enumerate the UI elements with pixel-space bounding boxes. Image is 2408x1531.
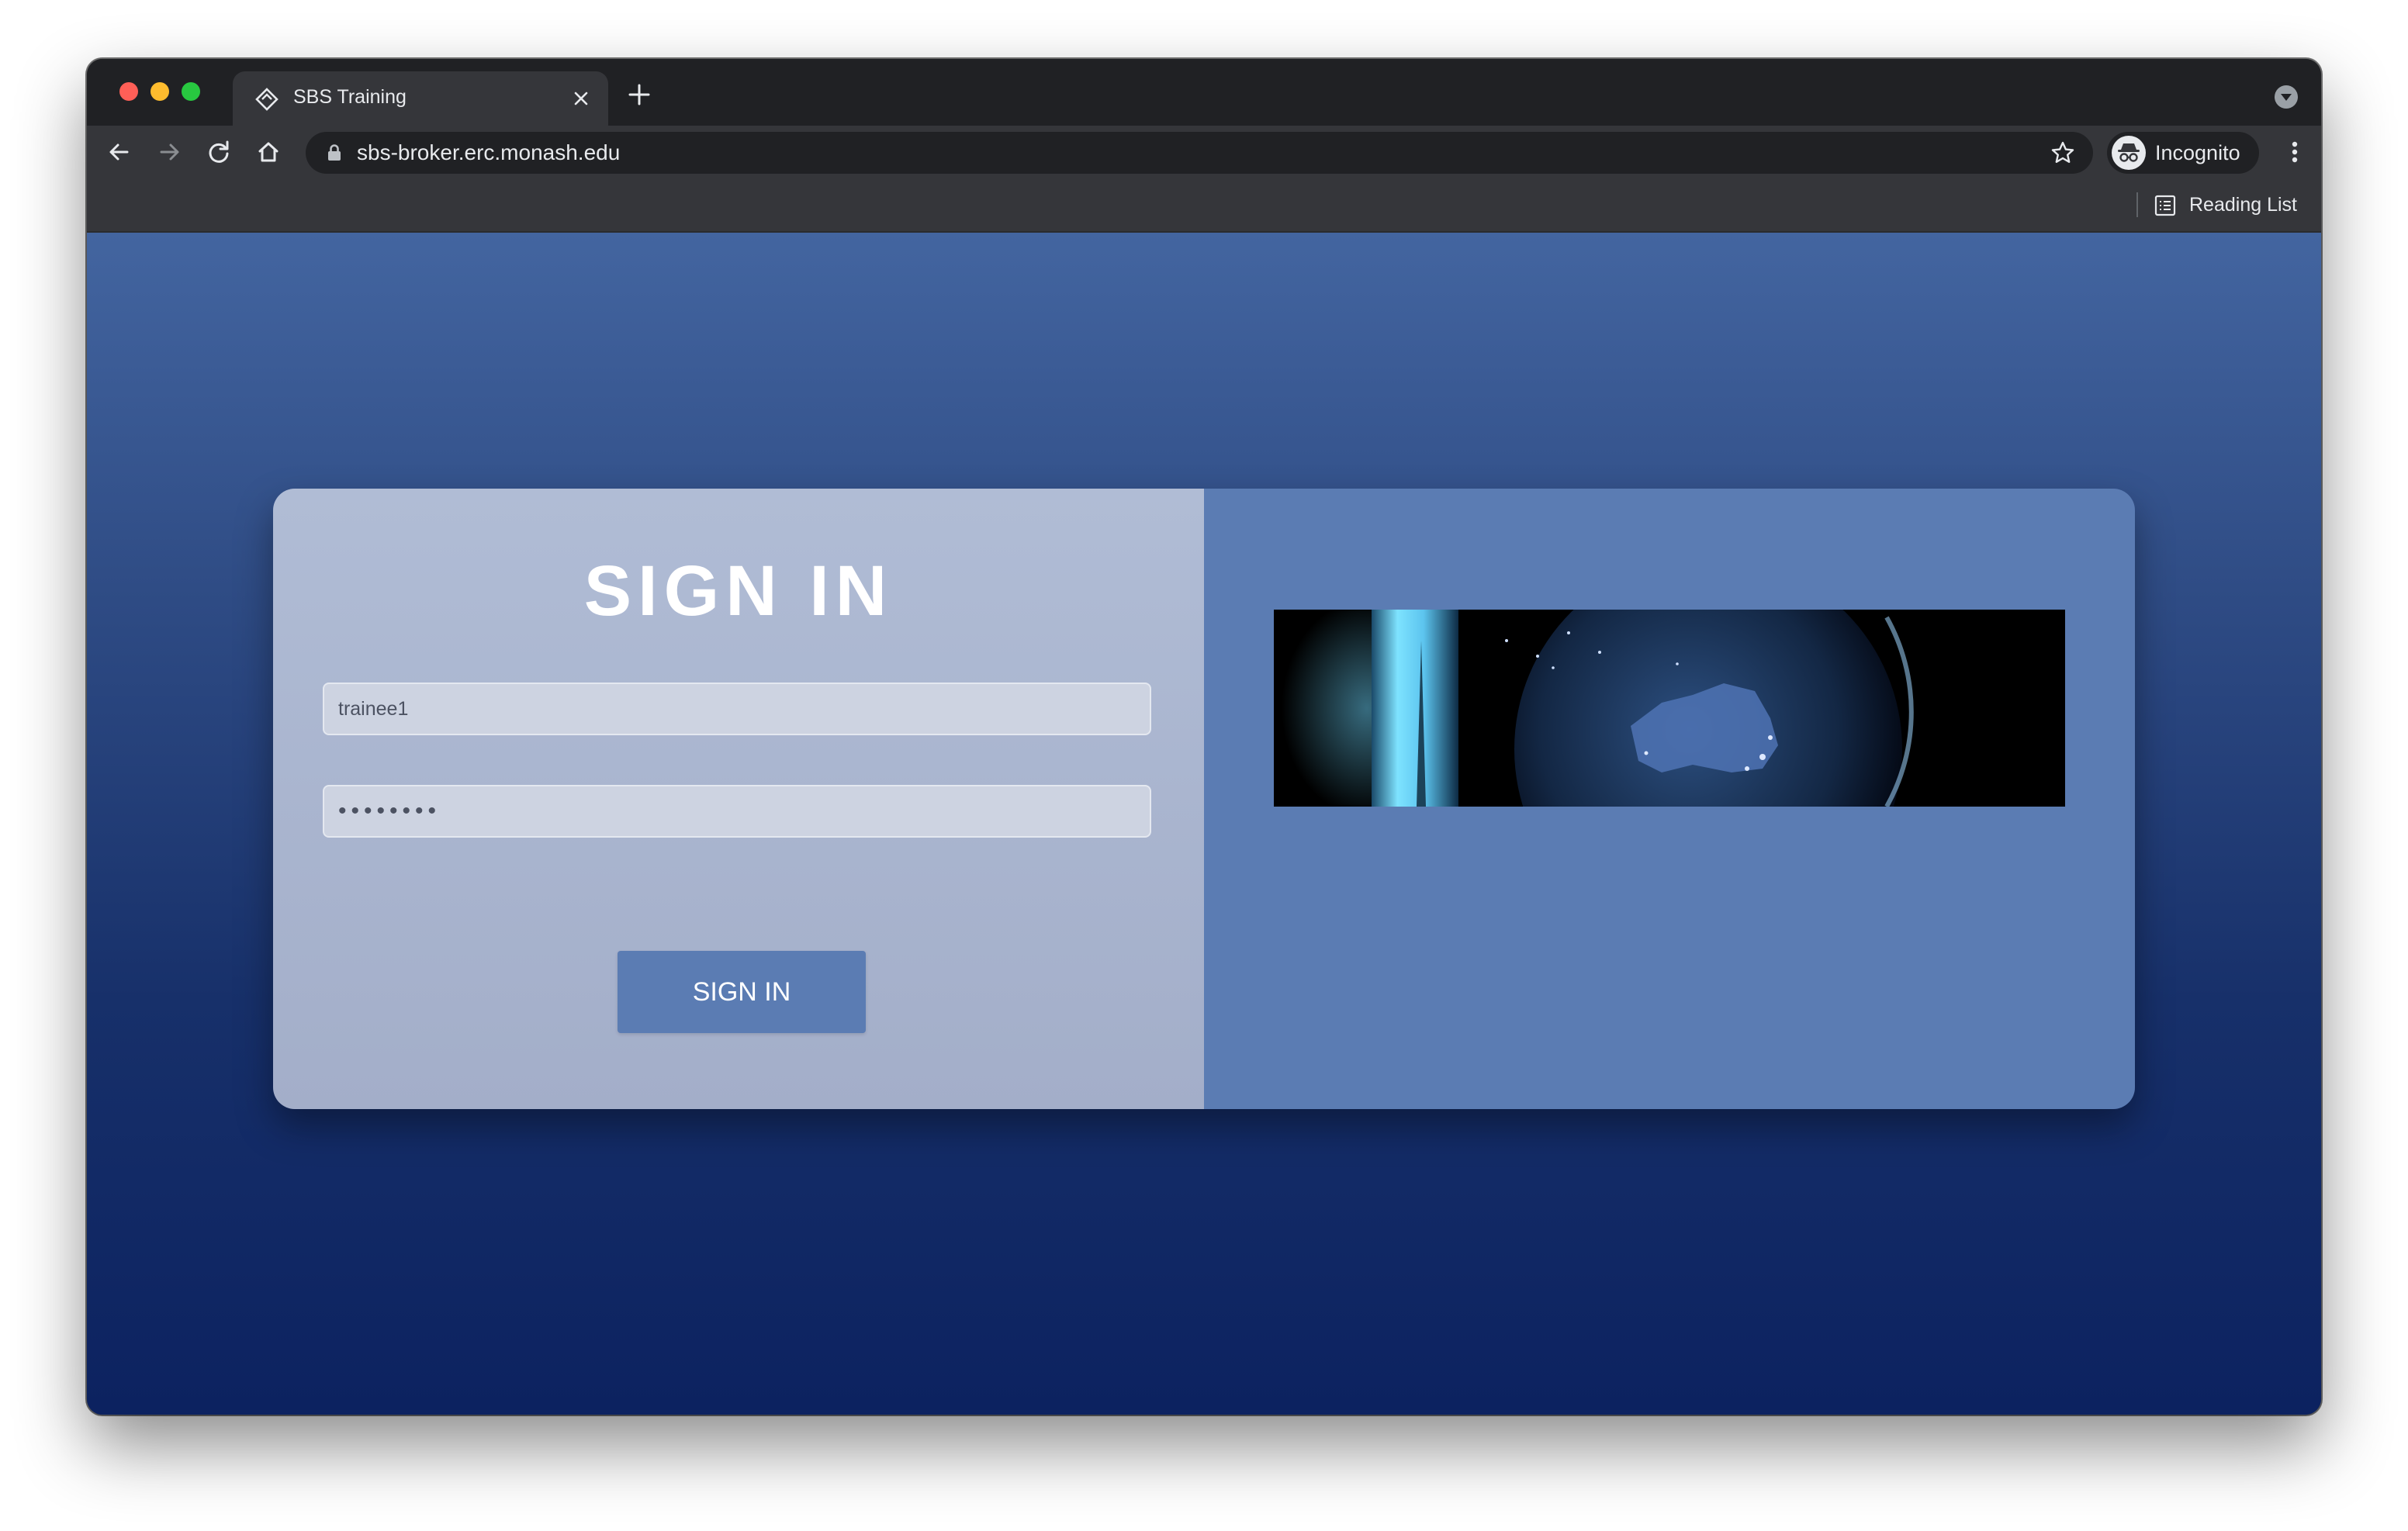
tab-search-icon[interactable] xyxy=(2275,85,2298,109)
close-icon[interactable] xyxy=(569,87,593,110)
arrow-right-icon[interactable] xyxy=(152,135,186,169)
home-icon[interactable] xyxy=(251,135,285,169)
incognito-icon xyxy=(2112,136,2146,170)
incognito-profile-button[interactable]: Incognito xyxy=(2107,132,2259,174)
window-close-button[interactable] xyxy=(119,82,138,101)
reading-list-icon xyxy=(2154,194,2177,217)
login-card: SIGN IN SIGN IN xyxy=(273,489,2135,1109)
browser-toolbar: sbs-broker.erc.monash.edu Incognito xyxy=(87,126,2321,178)
lock-icon xyxy=(324,143,344,163)
banner-panel xyxy=(1204,489,2135,1109)
arrow-left-icon[interactable] xyxy=(102,135,137,169)
username-input[interactable] xyxy=(323,683,1151,735)
browser-window: SBS Training sbs-broker.erc.monash.edu I… xyxy=(87,59,2321,1415)
bookmarks-separator xyxy=(2136,192,2138,217)
login-form-panel: SIGN IN SIGN IN xyxy=(273,489,1204,1109)
bookmarks-bar: Reading List xyxy=(87,178,2321,233)
page-viewport: SIGN IN SIGN IN xyxy=(87,233,2321,1415)
address-bar[interactable]: sbs-broker.erc.monash.edu xyxy=(306,132,2093,174)
password-input[interactable] xyxy=(323,785,1151,838)
plus-icon[interactable] xyxy=(621,76,658,113)
diamond-logo-icon xyxy=(254,87,279,112)
browser-tab[interactable]: SBS Training xyxy=(233,71,608,126)
reading-list-label: Reading List xyxy=(2189,194,2297,216)
profile-label: Incognito xyxy=(2155,141,2240,164)
reload-icon[interactable] xyxy=(202,135,236,169)
tab-title: SBS Training xyxy=(293,86,407,108)
tab-strip: SBS Training xyxy=(87,59,2321,126)
sign-in-button[interactable]: SIGN IN xyxy=(618,951,866,1033)
window-maximize-button[interactable] xyxy=(182,82,200,101)
earth-banner-image xyxy=(1274,610,2065,807)
star-icon[interactable] xyxy=(2048,138,2078,168)
window-minimize-button[interactable] xyxy=(150,82,169,101)
kebab-menu-icon[interactable] xyxy=(2278,135,2312,169)
page-title: SIGN IN xyxy=(583,551,894,631)
url-text[interactable]: sbs-broker.erc.monash.edu xyxy=(357,132,620,174)
